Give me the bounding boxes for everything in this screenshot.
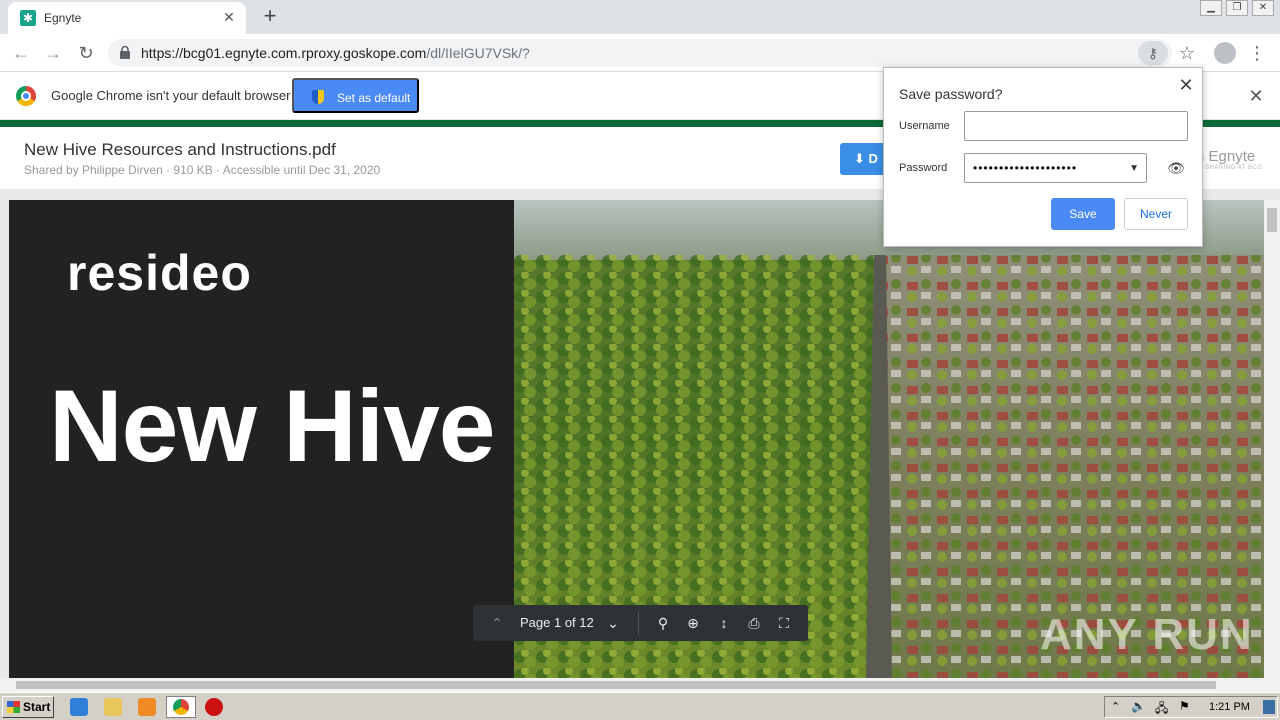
vertical-scroll-thumb[interactable] bbox=[1267, 208, 1277, 232]
pdf-viewer: resideo New Hive ⌃ Page 1 of 12 ⌄ ⚲ ⊕ ↕ … bbox=[0, 190, 1280, 678]
reload-icon[interactable]: ↻ bbox=[73, 40, 99, 66]
next-page-icon[interactable]: ⌄ bbox=[603, 613, 623, 633]
password-label: Password bbox=[899, 162, 948, 174]
start-button[interactable]: Start bbox=[2, 696, 54, 718]
star-icon[interactable]: ☆ bbox=[1176, 40, 1198, 66]
address-bar[interactable]: https://bcg01.egnyte.com.rproxy.goskope.… bbox=[108, 39, 1172, 67]
chrome-logo-icon bbox=[16, 86, 36, 106]
shield-icon bbox=[312, 90, 324, 104]
flag-icon[interactable]: ⚑ bbox=[1179, 699, 1190, 713]
show-desktop-icon[interactable] bbox=[1263, 700, 1275, 714]
stop-icon[interactable] bbox=[205, 698, 223, 716]
lock-icon bbox=[120, 46, 130, 59]
pdf-heading: New Hive bbox=[49, 369, 496, 483]
zoom-in-icon[interactable]: ⊕ bbox=[683, 613, 703, 633]
download-button[interactable]: ⬇ D bbox=[840, 143, 888, 175]
minimize-icon[interactable]: ▁ bbox=[1200, 0, 1222, 16]
infobar-close-icon[interactable]: ✕ bbox=[1246, 86, 1266, 106]
url-host: https://bcg01.egnyte.com.rproxy.goskope.… bbox=[141, 45, 427, 61]
tray-expand-icon[interactable]: ⌃ bbox=[1111, 700, 1120, 713]
viewer-toolbar: ⌃ Page 1 of 12 ⌄ ⚲ ⊕ ↕ ⎙ ⛶ bbox=[473, 605, 808, 641]
fit-height-icon[interactable]: ↕ bbox=[714, 613, 734, 633]
print-icon[interactable]: ⎙ bbox=[744, 613, 764, 633]
set-as-default-label: Set as default bbox=[337, 91, 411, 105]
window-controls: ▁ ❐ ✕ bbox=[1200, 0, 1274, 18]
close-tab-icon[interactable]: ✕ bbox=[220, 8, 238, 26]
save-button[interactable]: Save bbox=[1051, 198, 1115, 230]
clock: 1:21 PM bbox=[1209, 701, 1250, 713]
windows-taskbar: Start ⌃ 🔈 🖧 ⚑ 1:21 PM bbox=[0, 692, 1280, 720]
password-mask: •••••••••••••••••••• bbox=[973, 161, 1078, 175]
fullscreen-icon[interactable]: ⛶ bbox=[774, 613, 794, 633]
tab-strip: ✱ Egnyte ✕ + ▁ ❐ ✕ bbox=[0, 0, 1280, 34]
set-as-default-button[interactable]: Set as default bbox=[292, 78, 419, 113]
horizontal-scrollbar[interactable] bbox=[0, 678, 1280, 692]
ie-icon[interactable] bbox=[70, 698, 88, 716]
chevron-down-icon: ▼ bbox=[1129, 163, 1140, 174]
anyrun-watermark: ANY RUN bbox=[1040, 610, 1254, 659]
key-icon[interactable]: ⚷ bbox=[1138, 41, 1168, 65]
dialog-title: Save password? bbox=[899, 86, 1003, 102]
save-password-dialog: Save password? ✕ Username Password •••••… bbox=[883, 67, 1203, 247]
system-tray: ⌃ 🔈 🖧 ⚑ 1:21 PM bbox=[1104, 696, 1278, 718]
page-indicator: Page 1 of 12 bbox=[520, 615, 594, 630]
toolbar-divider bbox=[638, 611, 639, 635]
forward-icon[interactable]: → bbox=[40, 40, 66, 66]
egnyte-favicon-icon: ✱ bbox=[20, 10, 36, 26]
tab-title: Egnyte bbox=[44, 11, 82, 25]
new-tab-button[interactable]: + bbox=[258, 4, 282, 28]
profile-avatar-icon[interactable] bbox=[1214, 42, 1236, 64]
windows-logo-icon bbox=[7, 701, 20, 713]
download-label: D bbox=[868, 151, 878, 166]
never-button[interactable]: Never bbox=[1124, 198, 1188, 230]
username-field[interactable] bbox=[964, 111, 1188, 141]
chrome-taskbar-icon[interactable] bbox=[166, 696, 196, 718]
egnyte-logo: n Egnyte bbox=[1196, 148, 1256, 165]
file-title: New Hive Resources and Instructions.pdf bbox=[24, 140, 336, 159]
download-icon: ⬇ bbox=[854, 151, 869, 166]
file-meta: Shared by Philippe Dirven · 910 KB · Acc… bbox=[24, 163, 381, 177]
network-icon[interactable]: 🖧 bbox=[1155, 699, 1168, 720]
previous-page-icon[interactable]: ⌃ bbox=[487, 613, 507, 633]
resideo-logo: resideo bbox=[67, 245, 252, 301]
username-label: Username bbox=[899, 120, 950, 132]
vertical-scrollbar[interactable] bbox=[1264, 200, 1280, 678]
restore-icon[interactable]: ❐ bbox=[1226, 0, 1248, 16]
pdf-page-left: resideo New Hive bbox=[9, 200, 514, 678]
menu-dots-icon[interactable]: ⋮ bbox=[1248, 40, 1266, 66]
dialog-close-icon[interactable]: ✕ bbox=[1176, 75, 1196, 95]
infobar-message: Google Chrome isn't your default browser bbox=[51, 88, 291, 103]
browser-tab[interactable]: ✱ Egnyte ✕ bbox=[8, 2, 246, 34]
chrome-icon bbox=[173, 699, 189, 715]
close-window-icon[interactable]: ✕ bbox=[1252, 0, 1274, 16]
folder-icon[interactable] bbox=[104, 698, 122, 716]
egnyte-logo-sub: SHARING AT BCG bbox=[1205, 165, 1263, 171]
url-path: /dl/IIelGU7VSk/? bbox=[426, 45, 530, 61]
start-label: Start bbox=[23, 700, 51, 714]
zoom-out-icon[interactable]: ⚲ bbox=[653, 613, 673, 633]
password-field[interactable]: •••••••••••••••••••• ▼ bbox=[964, 153, 1147, 183]
eye-icon[interactable]: 👁 bbox=[1167, 159, 1185, 177]
back-icon[interactable]: ← bbox=[8, 40, 34, 66]
url-text: https://bcg01.egnyte.com.rproxy.goskope.… bbox=[141, 45, 530, 61]
media-player-icon[interactable] bbox=[138, 698, 156, 716]
volume-icon[interactable]: 🔈 bbox=[1131, 699, 1146, 713]
horizontal-scroll-thumb[interactable] bbox=[16, 681, 1216, 689]
